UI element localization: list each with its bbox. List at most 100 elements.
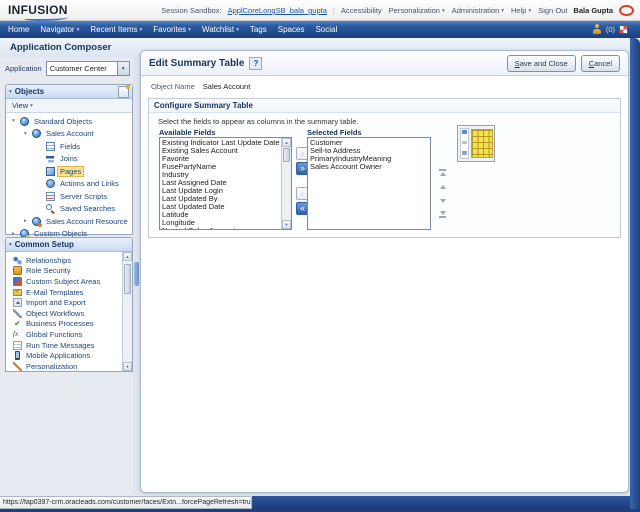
- scroll-up-button[interactable]: ▲: [282, 138, 291, 147]
- chevron-down-icon: ▾: [30, 102, 33, 109]
- nav-item-recent-items[interactable]: Recent Items ▾: [90, 25, 142, 34]
- list-item[interactable]: Longitude: [160, 219, 281, 227]
- nav-item-social[interactable]: Social: [315, 25, 337, 34]
- scroll-down-button[interactable]: ▼: [123, 362, 132, 371]
- sidebar-item-object-workflows[interactable]: Object Workflows: [6, 308, 132, 319]
- tree-item-fields[interactable]: Fields: [6, 140, 132, 153]
- common-setup-list: Relationships Role Security Custom Subject…: [6, 252, 132, 372]
- list-item[interactable]: PrimaryIndustryMeaning: [308, 155, 430, 163]
- tree-item-joins[interactable]: Joins: [6, 153, 132, 166]
- list-item[interactable]: Sales Account Owner: [308, 163, 430, 171]
- application-select[interactable]: Customer Center ▾: [45, 61, 130, 76]
- move-up-button[interactable]: [437, 181, 448, 192]
- sidebar-item-import-and-export[interactable]: Import and Export: [6, 297, 132, 308]
- sidebar-item-e-mail-templates[interactable]: E-Mail Templates: [6, 287, 132, 298]
- tree-collapse-icon[interactable]: ▾: [12, 118, 20, 124]
- save-and-close-button[interactable]: Save and Close: [506, 54, 576, 72]
- header-link-administration[interactable]: Administration ▾: [452, 6, 504, 15]
- splitter-handle[interactable]: [134, 262, 139, 286]
- tree-item-standard-objects[interactable]: ▾ Standard Objects: [6, 115, 132, 128]
- sidebar-item-label: Mobile Applications: [26, 351, 91, 361]
- move-to-top-button[interactable]: [437, 167, 448, 178]
- common-setup-panel: ▾ Common Setup Relationships Role Securit…: [5, 237, 133, 372]
- tree-collapse-icon[interactable]: ▾: [24, 131, 32, 137]
- tree-item-sales-account-resource[interactable]: ▸ Sales Account Resource: [6, 215, 132, 228]
- standard-objects-icon: [20, 116, 29, 126]
- runtime-messages-icon: [13, 340, 22, 350]
- collapse-icon[interactable]: ▾: [9, 242, 12, 248]
- move-down-button[interactable]: [437, 195, 448, 206]
- fields-icon: [46, 141, 55, 151]
- list-item[interactable]: Industry: [160, 171, 281, 179]
- collapse-icon[interactable]: ▾: [9, 89, 12, 95]
- tree-item-label: Server Scripts: [60, 191, 108, 201]
- list-item[interactable]: FusePartyName: [160, 163, 281, 171]
- list-item[interactable]: Last Updated By: [160, 195, 281, 203]
- help-icon[interactable]: ?: [249, 56, 263, 70]
- list-item[interactable]: Existing Indicator Last Update Date: [160, 139, 281, 147]
- chevron-down-icon: ▾: [76, 26, 80, 33]
- tree-expand-icon[interactable]: ▸: [24, 218, 32, 224]
- nav-item-tags[interactable]: Tags: [250, 25, 267, 34]
- nav-item-favorites[interactable]: Favorites ▾: [153, 25, 191, 34]
- header-link-personalization[interactable]: Personalization ▾: [389, 6, 445, 15]
- list-item[interactable]: Sell-to Address: [308, 147, 430, 155]
- common-setup-title: Common Setup: [14, 240, 74, 249]
- selected-fields-listbox[interactable]: Customer Sell-to Address PrimaryIndustryMe…: [307, 137, 431, 230]
- list-item[interactable]: Latitude: [160, 211, 281, 219]
- list-item[interactable]: Last Update Login: [160, 187, 281, 195]
- nav-item-watchlist[interactable]: Watchlist ▾: [202, 25, 239, 34]
- scrollbar-thumb[interactable]: [283, 148, 290, 162]
- objects-panel-header[interactable]: ▾ Objects: [6, 84, 132, 99]
- nav-item-spaces[interactable]: Spaces: [278, 25, 305, 34]
- tree-item-actions-and-links[interactable]: Actions and Links: [6, 178, 132, 191]
- nav-item-home[interactable]: Home: [8, 25, 29, 34]
- list-item[interactable]: Customer: [308, 139, 430, 147]
- tree-item-saved-searches[interactable]: Saved Searches: [6, 203, 132, 216]
- sidebar: Application Customer Center ▾ ▾ Objects …: [5, 60, 133, 372]
- new-object-icon[interactable]: [118, 84, 130, 98]
- tree-item-sales-account[interactable]: ▾ Sales Account: [6, 128, 132, 141]
- header-link-help[interactable]: Help ▾: [511, 6, 531, 15]
- header-link-sign-out[interactable]: Sign Out: [538, 6, 567, 15]
- common-setup-header[interactable]: ▾ Common Setup: [6, 238, 132, 252]
- panel-splitter: [133, 57, 140, 495]
- tree-item-server-scripts[interactable]: Server Scripts: [6, 190, 132, 203]
- scrollbar-thumb[interactable]: [124, 264, 131, 294]
- sidebar-item-personalization[interactable]: Personalization: [6, 361, 132, 372]
- sidebar-item-label: Relationships: [26, 255, 72, 265]
- cancel-button[interactable]: Cancel: [580, 54, 620, 72]
- available-fields-listbox[interactable]: Existing Indicator Last Update Date Exist…: [159, 137, 292, 230]
- sidebar-item-run-time-messages[interactable]: Run Time Messages: [6, 340, 132, 351]
- grid-icon[interactable]: [619, 25, 628, 34]
- sidebar-item-relationships[interactable]: Relationships: [6, 255, 132, 266]
- list-item[interactable]: Named Sales Account: [160, 227, 281, 229]
- header-link-accessibility[interactable]: Accessibility: [341, 6, 382, 15]
- notifications-icon[interactable]: [593, 24, 602, 35]
- list-item[interactable]: Last Updated Date: [160, 203, 281, 211]
- user-name: Bala Gupta: [573, 6, 613, 15]
- view-menu-button[interactable]: View ▾: [6, 99, 132, 113]
- move-to-bottom-button[interactable]: [437, 209, 448, 220]
- list-item[interactable]: Favorite: [160, 155, 281, 163]
- chevron-down-icon: ▾: [501, 7, 505, 14]
- tree-expand-icon[interactable]: ▸: [12, 231, 20, 237]
- sidebar-item-role-security[interactable]: Role Security: [6, 266, 132, 277]
- sidebar-item-global-functions[interactable]: Global Functions: [6, 329, 132, 340]
- sidebar-item-custom-subject-areas[interactable]: Custom Subject Areas: [6, 276, 132, 287]
- view-menu-label: View: [12, 101, 29, 110]
- sidebar-item-mobile-applications[interactable]: Mobile Applications: [6, 350, 132, 361]
- window-frame-right: [630, 38, 640, 512]
- nav-item-navigator[interactable]: Navigator ▾: [40, 25, 79, 34]
- scroll-down-button[interactable]: ▼: [282, 220, 291, 229]
- tree-item-pages[interactable]: Pages: [6, 165, 132, 178]
- session-sandbox-link[interactable]: ApplCoreLongSB_bala_gupta: [228, 6, 327, 15]
- object-workflows-icon: [13, 308, 22, 318]
- sidebar-item-business-processes[interactable]: Business Processes: [6, 319, 132, 330]
- tree-item-label: Standard Objects: [34, 116, 92, 126]
- tree-item-label: Actions and Links: [60, 179, 119, 189]
- scroll-up-button[interactable]: ▲: [123, 252, 132, 261]
- chevron-down-icon[interactable]: ▾: [116, 62, 129, 75]
- list-item[interactable]: Existing Sales Account: [160, 147, 281, 155]
- list-item[interactable]: Last Assigned Date: [160, 179, 281, 187]
